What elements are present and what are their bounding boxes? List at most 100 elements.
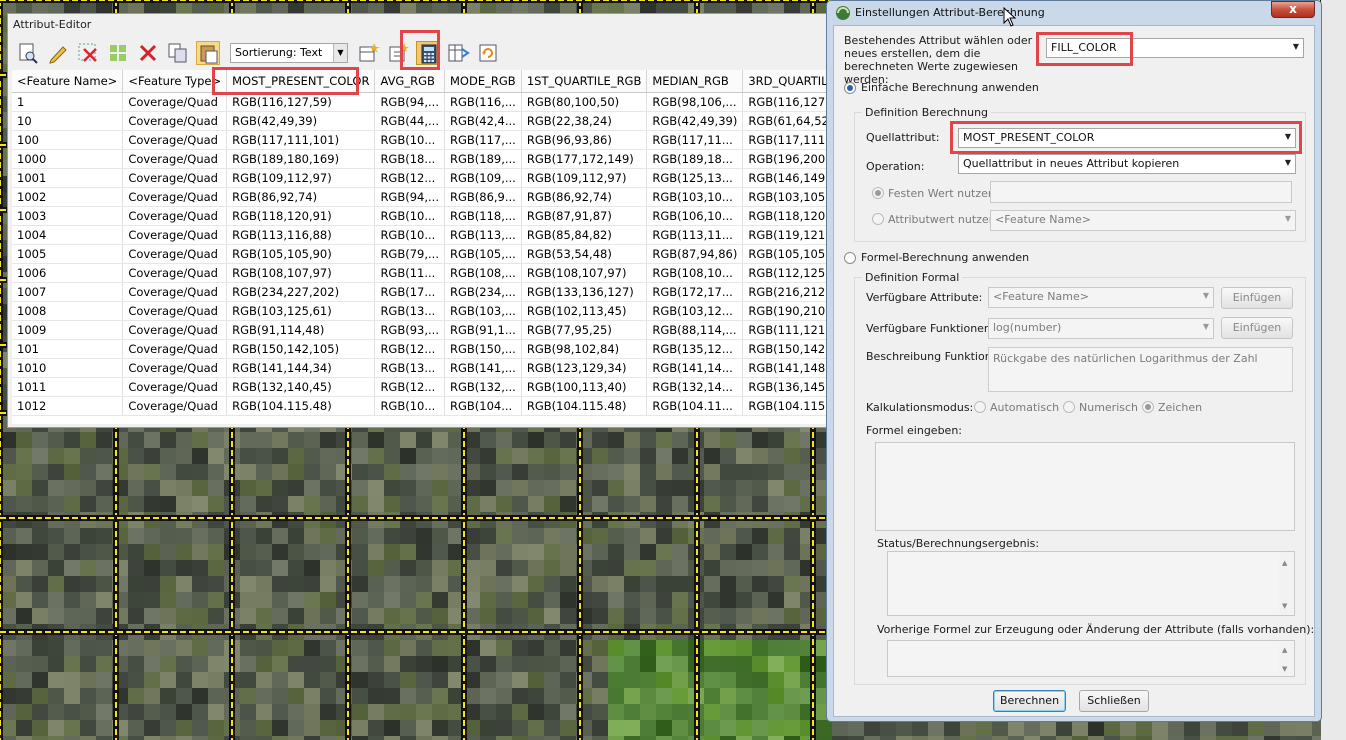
paste-icon[interactable] xyxy=(196,41,220,65)
table-cell[interactable]: Coverage/Quad xyxy=(122,206,228,226)
attribute-value-combobox[interactable]: <Feature Name> ▼ xyxy=(990,210,1296,231)
table-cell[interactable]: RGB(109,112,97) xyxy=(226,168,376,188)
table-cell[interactable]: Coverage/Quad xyxy=(122,396,228,416)
column-header[interactable]: MEDIAN_RGB xyxy=(646,70,744,93)
table-cell[interactable]: RGB(150,142,105) xyxy=(742,339,826,359)
table-cell[interactable]: RGB(118,120,91) xyxy=(226,206,376,226)
table-cell[interactable]: RGB(104.115.48) xyxy=(226,396,376,416)
table-cell[interactable]: Coverage/Quad xyxy=(122,377,228,397)
available-attributes-combobox[interactable]: <Feature Name> ▼ xyxy=(988,287,1214,308)
table-cell[interactable]: RGB(80,100,50) xyxy=(521,92,648,112)
table-cell[interactable]: 1011 xyxy=(12,377,124,397)
copy-icon[interactable] xyxy=(166,41,190,65)
table-cell[interactable]: RGB(104... xyxy=(444,396,522,416)
table-cell[interactable]: RGB(141,148,46) xyxy=(742,358,826,378)
table-cell[interactable]: RGB(96,93,86) xyxy=(521,130,648,150)
table-cell[interactable]: RGB(141,... xyxy=(444,358,522,378)
table-cell[interactable]: RGB(117,111,101) xyxy=(226,130,376,150)
table-cell[interactable]: RGB(88,114,... xyxy=(646,320,744,340)
operation-combobox[interactable]: Quellattribut in neues Attribut kopieren… xyxy=(958,154,1296,174)
table-cell[interactable]: RGB(113,11... xyxy=(646,225,744,245)
table-cell[interactable]: RGB(17... xyxy=(374,282,445,302)
target-attribute-combobox[interactable]: FILL_COLOR ▼ xyxy=(1046,38,1304,58)
insert-function-button[interactable]: Einfügen xyxy=(1221,317,1293,339)
table-cell[interactable]: RGB(86,9... xyxy=(444,187,522,207)
table-cell[interactable]: RGB(135,12... xyxy=(646,339,744,359)
table-cell[interactable]: RGB(133,136,127) xyxy=(521,282,648,302)
table-row[interactable]: 1002 Coverage/Quad RGB(86,92,74) RGB(94,...… xyxy=(12,187,826,207)
table-cell[interactable]: 10 xyxy=(12,111,124,131)
table-cell[interactable]: RGB(103,125,61) xyxy=(226,301,376,321)
source-attribute-combobox[interactable]: MOST_PRESENT_COLOR ▼ xyxy=(958,128,1296,148)
table-cell[interactable]: RGB(119,121,110) xyxy=(742,225,826,245)
column-header[interactable]: <Feature Name> xyxy=(12,70,124,93)
table-row[interactable]: 1004 Coverage/Quad RGB(113,116,88) RGB(10..… xyxy=(12,225,826,245)
table-row[interactable]: 1003 Coverage/Quad RGB(118,120,91) RGB(10..… xyxy=(12,206,826,226)
table-row[interactable]: 1000 Coverage/Quad RGB(189,180,169) RGB(18.… xyxy=(12,149,826,169)
table-cell[interactable]: RGB(132,140,45) xyxy=(226,377,376,397)
table-cell[interactable]: 1005 xyxy=(12,244,124,264)
table-cell[interactable]: RGB(172,17... xyxy=(646,282,744,302)
table-cell[interactable]: RGB(104.115.48) xyxy=(521,396,648,416)
table-cell[interactable]: RGB(104.11... xyxy=(646,396,744,416)
table-row[interactable]: 1006 Coverage/Quad RGB(108,107,97) RGB(11..… xyxy=(12,263,826,283)
table-cell[interactable]: RGB(117,11... xyxy=(646,130,744,150)
select-all-icon[interactable] xyxy=(106,41,130,65)
column-header[interactable]: 3RD_QUARTILE_RGB xyxy=(742,70,826,93)
table-cell[interactable]: RGB(216,212,193) xyxy=(742,282,826,302)
table-cell[interactable]: RGB(117,111,101) xyxy=(742,130,826,150)
previous-scrollbar[interactable]: ▲ ▼ xyxy=(1279,642,1293,675)
table-cell[interactable]: RGB(108,107,97) xyxy=(226,263,376,283)
table-cell[interactable]: RGB(136,145,50) xyxy=(742,377,826,397)
calc-mode-text-radio[interactable] xyxy=(1142,401,1154,413)
table-cell[interactable]: RGB(105,... xyxy=(444,244,522,264)
table-cell[interactable]: RGB(113,... xyxy=(444,225,522,245)
table-cell[interactable]: 1008 xyxy=(12,301,124,321)
table-cell[interactable]: RGB(87,94,86) xyxy=(646,244,744,264)
table-cell[interactable]: RGB(77,95,25) xyxy=(521,320,648,340)
table-cell[interactable]: RGB(196,200,173) xyxy=(742,149,826,169)
table-cell[interactable]: RGB(98,106,... xyxy=(646,92,744,112)
table-cell[interactable]: RGB(12... xyxy=(374,339,445,359)
add-column-icon[interactable] xyxy=(356,41,380,65)
table-cell[interactable]: RGB(11... xyxy=(374,263,445,283)
table-edit-icon[interactable] xyxy=(446,41,470,65)
table-cell[interactable]: Coverage/Quad xyxy=(122,282,228,302)
add-attribute-icon[interactable] xyxy=(386,41,410,65)
table-cell[interactable]: RGB(85,84,82) xyxy=(521,225,648,245)
table-cell[interactable]: RGB(42,49,39) xyxy=(646,111,744,131)
delete-icon[interactable] xyxy=(136,41,160,65)
table-cell[interactable]: RGB(108,10... xyxy=(646,263,744,283)
table-cell[interactable]: RGB(189,18... xyxy=(646,149,744,169)
calc-mode-automatic-radio[interactable] xyxy=(974,401,986,413)
delete-selection-icon[interactable] xyxy=(76,41,100,65)
table-cell[interactable]: RGB(104.115.48) xyxy=(742,396,826,416)
table-cell[interactable]: 1 xyxy=(12,92,124,112)
table-cell[interactable]: RGB(93,... xyxy=(374,320,445,340)
table-cell[interactable]: RGB(132,14... xyxy=(646,377,744,397)
table-cell[interactable]: RGB(132,... xyxy=(444,377,522,397)
simple-calculation-radio[interactable] xyxy=(844,82,856,94)
table-cell[interactable]: RGB(18... xyxy=(374,149,445,169)
close-button[interactable]: Schließen xyxy=(1079,690,1149,712)
table-row[interactable]: 1009 Coverage/Quad RGB(91,114,48) RGB(93,..… xyxy=(12,320,826,340)
table-cell[interactable]: RGB(10... xyxy=(374,206,445,226)
table-cell[interactable]: RGB(118,... xyxy=(444,206,522,226)
table-cell[interactable]: RGB(42,4... xyxy=(444,111,522,131)
table-cell[interactable]: RGB(105,105,90) xyxy=(226,244,376,264)
sort-dropdown[interactable]: Sortierung: Text ▼ xyxy=(230,43,348,63)
column-header[interactable]: MOST_PRESENT_COLOR xyxy=(226,70,376,93)
column-header[interactable]: AVG_RGB xyxy=(374,70,445,93)
table-cell[interactable]: RGB(94,... xyxy=(374,187,445,207)
table-cell[interactable]: RGB(79,... xyxy=(374,244,445,264)
table-cell[interactable]: RGB(150,... xyxy=(444,339,522,359)
column-header[interactable]: 1ST_QUARTILE_RGB xyxy=(521,70,648,93)
table-cell[interactable]: RGB(123,129,34) xyxy=(521,358,648,378)
table-cell[interactable]: RGB(146,149,138) xyxy=(742,168,826,188)
table-cell[interactable]: RGB(12... xyxy=(374,377,445,397)
table-cell[interactable]: Coverage/Quad xyxy=(122,149,228,169)
table-cell[interactable]: 1012 xyxy=(12,396,124,416)
table-cell[interactable]: 1006 xyxy=(12,263,124,283)
table-row[interactable]: 1001 Coverage/Quad RGB(109,112,97) RGB(12..… xyxy=(12,168,826,188)
table-cell[interactable]: 100 xyxy=(12,130,124,150)
